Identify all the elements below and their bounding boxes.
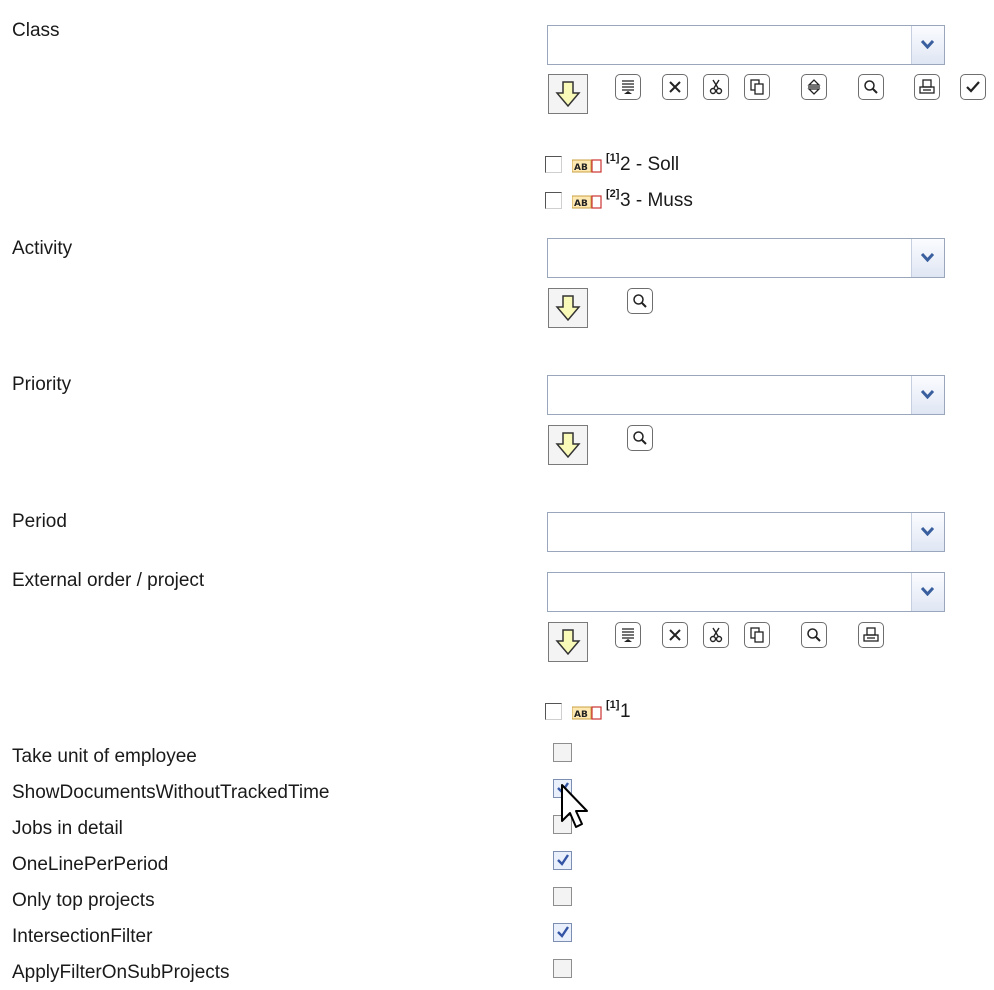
list-button[interactable]	[615, 622, 641, 648]
print-button[interactable]	[914, 74, 940, 100]
svg-text:AB: AB	[574, 163, 588, 173]
only-top-label: Only top projects	[12, 890, 155, 911]
activity-select[interactable]	[547, 238, 945, 278]
copy-icon	[750, 79, 764, 95]
search-button[interactable]	[858, 74, 884, 100]
search-button[interactable]	[627, 425, 653, 451]
one-line-label: OneLinePerPeriod	[12, 854, 169, 875]
item-text: 2 - Soll	[620, 154, 680, 175]
apply-sub-checkbox[interactable]	[553, 959, 572, 978]
check-icon	[557, 926, 569, 938]
cut-icon	[709, 79, 723, 95]
mouse-cursor-icon	[561, 784, 588, 828]
text-field-icon: AB	[572, 159, 602, 173]
copy-icon	[750, 627, 764, 643]
search-icon	[807, 628, 821, 642]
chevron-down-icon[interactable]	[911, 513, 944, 551]
sort-icon	[807, 79, 821, 95]
confirm-button[interactable]	[960, 74, 986, 100]
add-external-order-button[interactable]	[548, 622, 588, 662]
list-button[interactable]	[615, 74, 641, 100]
search-button[interactable]	[627, 288, 653, 314]
svg-text:AB: AB	[574, 710, 588, 720]
add-class-button[interactable]	[548, 74, 588, 114]
cut-button[interactable]	[703, 622, 729, 648]
item-index: [1]	[606, 152, 620, 164]
copy-button[interactable]	[744, 622, 770, 648]
item-text: 1	[620, 701, 631, 722]
list-icon	[622, 628, 634, 642]
check-icon	[966, 81, 980, 93]
search-button[interactable]	[801, 622, 827, 648]
external-order-label: External order / project	[12, 570, 205, 591]
show-docs-label: ShowDocumentsWithoutTrackedTime	[12, 782, 330, 803]
clear-button[interactable]	[662, 622, 688, 648]
print-button[interactable]	[858, 622, 884, 648]
search-icon	[633, 294, 647, 308]
take-unit-checkbox[interactable]	[553, 743, 572, 762]
arrow-down-icon	[555, 81, 581, 108]
take-unit-label: Take unit of employee	[12, 746, 197, 767]
intersection-checkbox[interactable]	[553, 923, 572, 942]
priority-label: Priority	[12, 374, 72, 395]
external-order-select[interactable]	[547, 572, 945, 612]
class-label: Class	[12, 20, 60, 41]
jobs-detail-label: Jobs in detail	[12, 818, 123, 839]
text-field-icon: AB	[572, 706, 602, 720]
chevron-down-icon[interactable]	[911, 26, 944, 64]
text-field-icon: AB	[572, 195, 602, 209]
sort-button[interactable]	[801, 74, 827, 100]
priority-select[interactable]	[547, 375, 945, 415]
arrow-down-icon	[555, 295, 581, 322]
chevron-down-icon[interactable]	[911, 376, 944, 414]
clear-button[interactable]	[662, 74, 688, 100]
add-priority-button[interactable]	[548, 425, 588, 465]
item-checkbox[interactable]	[545, 156, 562, 173]
apply-sub-label: ApplyFilterOnSubProjects	[12, 962, 230, 983]
cut-button[interactable]	[703, 74, 729, 100]
clear-icon	[669, 81, 681, 93]
period-label: Period	[12, 511, 67, 532]
intersection-label: IntersectionFilter	[12, 926, 153, 947]
arrow-down-icon	[555, 432, 581, 459]
arrow-down-icon	[555, 629, 581, 656]
cut-icon	[709, 627, 723, 643]
only-top-checkbox[interactable]	[553, 887, 572, 906]
add-activity-button[interactable]	[548, 288, 588, 328]
chevron-down-icon[interactable]	[911, 239, 944, 277]
print-icon	[863, 627, 879, 642]
search-icon	[864, 80, 878, 94]
item-text: 3 - Muss	[620, 190, 693, 211]
chevron-down-icon[interactable]	[911, 573, 944, 611]
copy-button[interactable]	[744, 74, 770, 100]
item-index: [1]	[606, 699, 620, 711]
item-checkbox[interactable]	[545, 703, 562, 720]
class-select[interactable]	[547, 25, 945, 65]
one-line-checkbox[interactable]	[553, 851, 572, 870]
print-icon	[919, 79, 935, 94]
clear-icon	[669, 629, 681, 641]
activity-label: Activity	[12, 238, 73, 259]
item-index: [2]	[606, 188, 620, 200]
period-select[interactable]	[547, 512, 945, 552]
list-icon	[622, 80, 634, 94]
svg-text:AB: AB	[574, 199, 588, 209]
item-checkbox[interactable]	[545, 192, 562, 209]
search-icon	[633, 431, 647, 445]
check-icon	[557, 854, 569, 866]
